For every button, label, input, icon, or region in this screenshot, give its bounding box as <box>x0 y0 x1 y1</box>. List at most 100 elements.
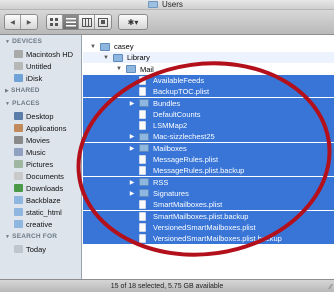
list-row[interactable]: LSMMap2 <box>83 120 334 132</box>
sidebar-item-music[interactable]: Music <box>0 146 81 158</box>
folder-icon <box>139 144 149 153</box>
column-view-button[interactable] <box>79 15 95 29</box>
list-row[interactable]: ▶ Mailboxes <box>83 142 334 154</box>
sidebar-item-creative[interactable]: creative <box>0 218 81 230</box>
disclosure-open-icon[interactable]: ▼ <box>89 44 97 50</box>
sidebar-section-places[interactable]: ▼ PLACES <box>0 97 81 110</box>
sidebar-section-title: DEVICES <box>12 38 43 45</box>
sidebar-section-shared[interactable]: ▶ SHARED <box>0 84 81 97</box>
sidebar-item-static-html[interactable]: static_html <box>0 206 81 218</box>
sidebar-item-pictures[interactable]: Pictures <box>0 158 81 170</box>
view-mode-group <box>46 14 112 30</box>
sidebar-item-label: Today <box>26 244 47 254</box>
list-row[interactable]: ▶ Mac-sizzlechest25 <box>83 131 334 143</box>
desktop-icon <box>14 112 23 120</box>
disclosure-closed-icon[interactable]: ▶ <box>128 100 136 107</box>
status-text: 15 of 18 selected, 5.75 GB available <box>110 282 224 290</box>
sidebar-item-label: Documents <box>26 171 64 181</box>
disclosure-closed-icon[interactable]: ▶ <box>128 179 136 186</box>
document-icon <box>139 166 146 176</box>
resize-handle-icon[interactable]: ⁄⁄ <box>330 284 332 291</box>
list-row[interactable]: SmartMailboxes.plist <box>83 199 334 211</box>
disclosure-triangle-icon[interactable]: ▼ <box>5 101 10 107</box>
gear-icon: ✱▾ <box>127 17 139 27</box>
list-row[interactable]: VersionedSmartMailboxes.plist <box>83 221 334 233</box>
idisk-icon <box>14 74 23 82</box>
sidebar-section-devices[interactable]: ▼ DEVICES <box>0 35 81 48</box>
file-list: ▼ casey ▼ Library ▼ Mail AvailableFeeds BackupT… <box>83 35 334 279</box>
coverflow-view-icon <box>98 17 108 27</box>
sidebar-item-label: Music <box>26 147 46 157</box>
list-row[interactable]: BackupTOC.plist <box>83 86 334 98</box>
back-button[interactable]: ◀ <box>5 15 21 29</box>
document-icon <box>139 109 146 119</box>
disclosure-closed-icon[interactable]: ▶ <box>128 133 136 140</box>
sidebar-item-untitled[interactable]: Untitled <box>0 60 81 72</box>
sidebar-item-applications[interactable]: Applications <box>0 122 81 134</box>
back-icon: ◀ <box>10 19 15 26</box>
disclosure-triangle-icon[interactable]: ▶ <box>5 88 9 94</box>
row-label: SmartMailboxes.plist <box>153 200 223 210</box>
list-row[interactable]: MessageRules.plist.backup <box>83 165 334 177</box>
static-html-icon <box>14 208 23 216</box>
sidebar-item-downloads[interactable]: Downloads <box>0 182 81 194</box>
list-row[interactable]: DefaultCounts <box>83 108 334 120</box>
disclosure-open-icon[interactable]: ▼ <box>102 55 110 61</box>
sidebar-item-label: Pictures <box>26 159 54 169</box>
back-forward-group: ◀ ▶ <box>4 14 38 30</box>
list-row[interactable]: ▶ Signatures <box>83 187 334 199</box>
documents-icon <box>14 172 23 180</box>
disclosure-open-icon[interactable]: ▼ <box>115 66 123 72</box>
list-row[interactable]: SmartMailboxes.plist.backup <box>83 210 334 222</box>
sidebar-item-label: Untitled <box>26 61 52 71</box>
sidebar-section-title: SHARED <box>11 87 40 94</box>
list-row[interactable]: AvailableFeeds <box>83 74 334 86</box>
sidebar-section-title: SEARCH FOR <box>12 233 58 240</box>
sidebar-item-idisk[interactable]: iDisk <box>0 72 81 84</box>
sidebar-item-label: static_html <box>26 207 62 217</box>
list-row[interactable]: ▼ Library <box>83 52 334 64</box>
row-label: VersionedSmartMailboxes.plist.backup <box>153 234 282 244</box>
list-row[interactable]: ▼ casey <box>83 41 334 52</box>
sidebar-item-documents[interactable]: Documents <box>0 170 81 182</box>
coverflow-view-button[interactable] <box>95 15 111 29</box>
icon-view-icon <box>50 17 58 26</box>
list-view-icon <box>65 17 76 26</box>
row-label: LSMMap2 <box>153 121 188 131</box>
sidebar-item-desktop[interactable]: Desktop <box>0 110 81 122</box>
sidebar-item-movies[interactable]: Movies <box>0 134 81 146</box>
row-label: MessageRules.plist.backup <box>153 166 245 176</box>
status-bar: 15 of 18 selected, 5.75 GB available ⁄⁄ <box>0 279 334 292</box>
row-label: VersionedSmartMailboxes.plist <box>153 222 256 232</box>
sidebar-item-label: Downloads <box>26 183 64 193</box>
document-icon <box>139 155 146 164</box>
disclosure-closed-icon[interactable]: ▶ <box>128 145 136 152</box>
sidebar-section-search-for[interactable]: ▼ SEARCH FOR <box>0 230 81 243</box>
row-label: BackupTOC.plist <box>153 87 210 97</box>
list-view-button[interactable] <box>63 15 79 29</box>
forward-button[interactable]: ▶ <box>21 15 37 29</box>
action-button[interactable]: ✱▾ <box>118 14 148 30</box>
list-row[interactable]: ▼ Mail <box>83 64 334 75</box>
sidebar-item-macintosh-hd[interactable]: Macintosh HD <box>0 48 81 60</box>
row-label: DefaultCounts <box>153 109 201 119</box>
folder-icon <box>113 53 123 62</box>
list-row[interactable]: VersionedSmartMailboxes.plist.backup <box>83 233 334 245</box>
row-label: Mailboxes <box>153 143 187 153</box>
sidebar-item-backblaze[interactable]: Backblaze <box>0 194 81 206</box>
icon-view-button[interactable] <box>47 15 63 29</box>
list-row[interactable]: ▶ Bundles <box>83 97 334 109</box>
disclosure-triangle-icon[interactable]: ▼ <box>5 39 10 45</box>
today-icon <box>14 245 23 253</box>
list-row[interactable]: ▶ RSS <box>83 176 334 188</box>
creative-icon <box>14 220 23 228</box>
row-label: casey <box>114 42 134 51</box>
window-title: Users <box>162 0 183 9</box>
sidebar-item-today[interactable]: Today <box>0 243 81 255</box>
window-titlebar: Users <box>0 0 334 10</box>
document-icon <box>139 87 146 97</box>
list-row[interactable]: MessageRules.plist <box>83 154 334 165</box>
disclosure-triangle-icon[interactable]: ▼ <box>5 234 10 240</box>
sidebar-section-title: PLACES <box>12 100 40 107</box>
disclosure-closed-icon[interactable]: ▶ <box>128 190 136 197</box>
